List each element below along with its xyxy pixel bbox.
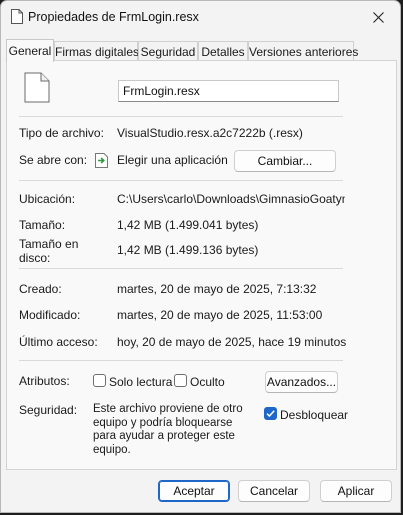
advanced-button[interactable]: Avanzados... — [265, 371, 338, 393]
file-type-label: Tipo de archivo: — [19, 126, 104, 140]
size-on-disk-label: Tamaño en disco: — [19, 237, 79, 265]
properties-dialog: Propiedades de FrmLogin.resx General Fir… — [0, 0, 401, 513]
tab-label: General — [8, 44, 52, 58]
file-type-value: VisualStudio.resx.a2c7222b (.resx) — [117, 126, 303, 140]
tab-detalles[interactable]: Detalles — [198, 41, 248, 61]
file-icon — [11, 9, 23, 24]
title-bar: Propiedades de FrmLogin.resx — [1, 1, 400, 33]
tab-versiones-anteriores[interactable]: Versiones anteriores — [248, 41, 358, 61]
opens-with-label: Se abre con: — [19, 153, 88, 167]
unblock-label: Desbloquear — [280, 408, 349, 422]
created-label: Creado: — [19, 282, 62, 296]
accessed-value: hoy, 20 de mayo de 2025, hace 19 minutos — [117, 335, 347, 349]
separator — [19, 360, 343, 361]
accessed-label: Último acceso: — [19, 335, 98, 349]
security-warning-text: Este archivo proviene de otro equipo y p… — [93, 403, 243, 456]
attributes-label: Atributos: — [19, 374, 70, 388]
apply-button[interactable]: Aplicar — [320, 480, 392, 502]
separator — [19, 268, 343, 269]
filename-input[interactable]: FrmLogin.resx — [118, 80, 339, 102]
readonly-label: Solo lectura — [109, 375, 173, 389]
tab-general[interactable]: General — [6, 39, 54, 62]
tab-label: Detalles — [201, 45, 245, 59]
general-panel: FrmLogin.resx Tipo de archivo: VisualStu… — [6, 60, 397, 470]
ok-button[interactable]: Aceptar — [158, 480, 230, 502]
readonly-checkbox[interactable] — [93, 374, 106, 387]
tab-label: Versiones anteriores — [249, 45, 359, 59]
security-label: Seguridad: — [19, 403, 78, 417]
size-label: Tamaño: — [19, 218, 66, 232]
change-button[interactable]: Cambiar... — [234, 150, 336, 172]
modified-value: martes, 20 de mayo de 2025, 11:53:00 — [117, 308, 323, 322]
separator — [19, 180, 343, 181]
tab-seguridad[interactable]: Seguridad — [138, 41, 198, 61]
hidden-label: Oculto — [190, 375, 225, 389]
created-value: martes, 20 de mayo de 2025, 7:13:32 — [117, 282, 317, 296]
modified-label: Modificado: — [19, 308, 81, 322]
hidden-checkbox[interactable] — [174, 374, 187, 387]
tab-label: Firmas digitales — [55, 45, 140, 59]
document-icon — [24, 72, 50, 103]
cancel-button[interactable]: Cancelar — [238, 480, 310, 502]
unblock-checkbox[interactable] — [264, 407, 277, 420]
tab-label: Seguridad — [140, 45, 196, 59]
opens-with-value: Elegir una aplicación — [117, 153, 228, 167]
checkmark-icon — [266, 410, 275, 418]
location-label: Ubicación: — [19, 192, 76, 206]
app-picker-icon — [95, 153, 108, 168]
close-button[interactable] — [356, 1, 400, 33]
location-value: C:\Users\carlo\Downloads\GimnasioGoatym-… — [117, 192, 345, 206]
size-on-disk-value: 1,42 MB (1.499.136 bytes) — [117, 243, 259, 257]
close-icon — [372, 11, 384, 23]
separator — [19, 116, 343, 117]
tab-firmas-digitales[interactable]: Firmas digitales — [54, 41, 140, 61]
size-value: 1,42 MB (1.499.041 bytes) — [117, 218, 259, 232]
window-title: Propiedades de FrmLogin.resx — [28, 10, 199, 24]
